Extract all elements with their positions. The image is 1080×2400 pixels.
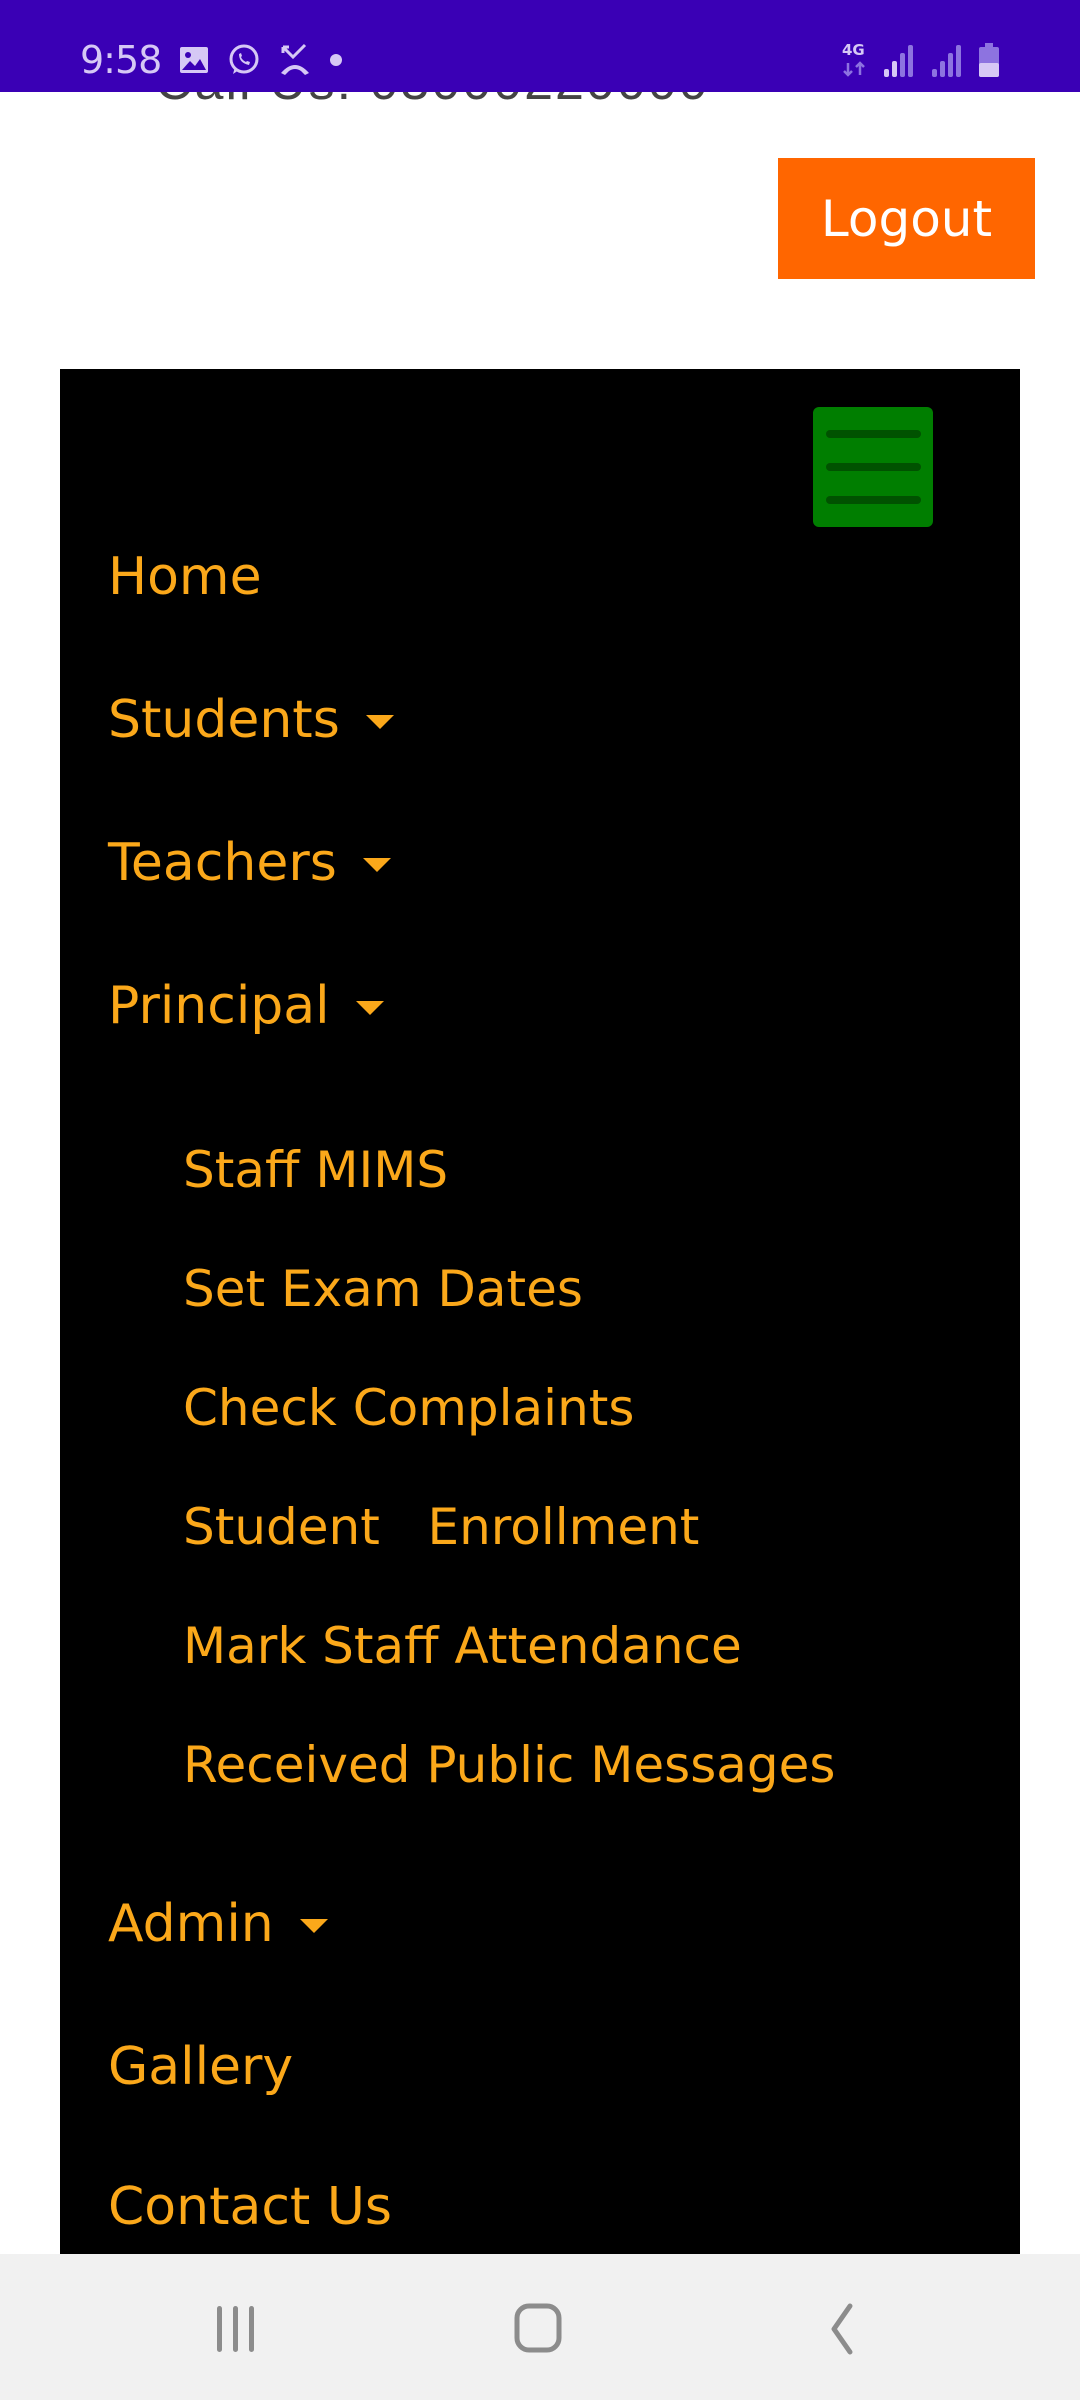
caret-down-icon: [362, 858, 391, 872]
nav-item-label: Gallery: [108, 2037, 294, 2097]
home-icon[interactable]: [489, 2294, 589, 2364]
submenu-item-received-public-messages[interactable]: Received Public Messages: [183, 1736, 835, 1794]
nav-item-label: Teachers: [108, 833, 337, 893]
signal-icon: [930, 41, 964, 79]
nav-item-admin[interactable]: Admin: [108, 1894, 328, 1954]
submenu-item-staff-mims[interactable]: Staff MIMS: [183, 1141, 448, 1199]
nav-item-gallery[interactable]: Gallery: [108, 2037, 293, 2097]
status-time: 9:58: [80, 38, 162, 82]
caret-down-icon: [365, 715, 394, 729]
nav-item-principal[interactable]: Principal: [108, 976, 384, 1036]
hamburger-line: [825, 430, 921, 438]
dot-icon: [329, 53, 343, 67]
call-us-text: Call Us: 03000220000: [155, 92, 710, 112]
network-4g-icon: 4G: [842, 41, 868, 79]
signal-icon: [882, 41, 916, 79]
recents-icon[interactable]: [186, 2294, 286, 2364]
submenu-item-student-enrollment[interactable]: Student Enrollment: [183, 1498, 699, 1556]
whatsapp-icon: [227, 43, 261, 77]
logout-button[interactable]: Logout: [778, 158, 1035, 279]
submenu-item-check-complaints[interactable]: Check Complaints: [183, 1379, 634, 1437]
hamburger-icon[interactable]: [813, 407, 933, 527]
nav-item-contact-us[interactable]: Contact Us: [108, 2177, 392, 2237]
page-content: Call Us: 03000220000 Logout Home Student…: [0, 92, 1080, 2254]
nav-item-label: Admin: [108, 1894, 274, 1954]
nav-menu: Home Students Teachers Principal Staff M…: [60, 369, 1020, 2254]
nav-item-label: Contact Us: [108, 2177, 392, 2237]
submenu-item-set-exam-dates[interactable]: Set Exam Dates: [183, 1260, 583, 1318]
hamburger-line: [825, 496, 921, 504]
nav-item-label: Principal: [108, 976, 330, 1036]
status-left: 9:58: [80, 38, 343, 82]
nav-item-label: Home: [108, 547, 262, 607]
hamburger-line: [825, 463, 921, 471]
nav-item-label: Students: [108, 690, 340, 750]
gallery-icon: [179, 45, 209, 75]
nav-item-teachers[interactable]: Teachers: [108, 833, 391, 893]
status-right: 4G: [842, 40, 1000, 80]
caret-down-icon: [355, 1001, 384, 1015]
nav-item-home[interactable]: Home: [108, 547, 262, 607]
nav-item-students[interactable]: Students: [108, 690, 394, 750]
caret-down-icon: [299, 1919, 328, 1933]
battery-icon: [978, 41, 1000, 79]
missed-call-icon: [279, 43, 311, 77]
system-nav-bar: [0, 2254, 1080, 2400]
status-bar: 9:58 4G: [0, 0, 1080, 92]
back-icon[interactable]: [792, 2294, 892, 2364]
svg-text:4G: 4G: [842, 41, 865, 59]
submenu-item-mark-staff-attendance[interactable]: Mark Staff Attendance: [183, 1617, 742, 1675]
